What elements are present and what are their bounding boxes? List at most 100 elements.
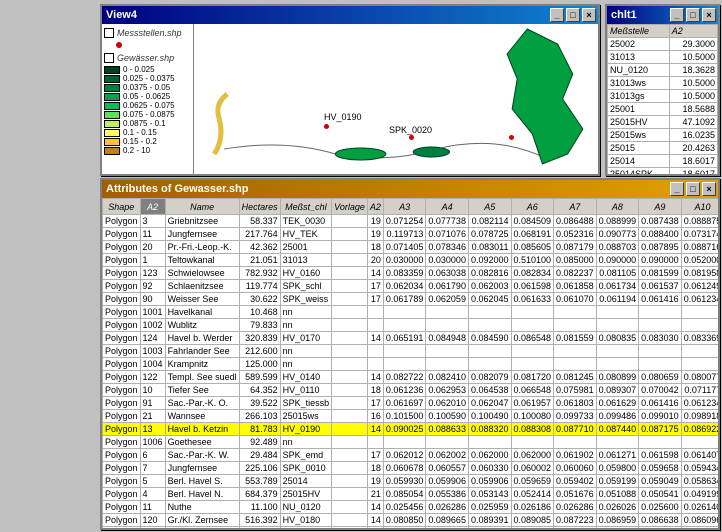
minimize-button[interactable]: _ [550, 8, 564, 22]
table-row[interactable]: Polygon122Templ. See suedl589.599HV_0140… [103, 371, 719, 384]
table-row[interactable]: Polygon10Tiefer See64.352HV_0110180.0612… [103, 384, 719, 397]
column-header[interactable]: A5 [468, 199, 511, 215]
table-row[interactable]: Polygon1002Wublitz79.833nn [103, 319, 719, 332]
column-header[interactable]: Hectares [239, 199, 280, 215]
table-row[interactable]: Polygon125Havel b. Potsd.109.233HV_01201… [103, 527, 719, 529]
table-row[interactable]: Polygon6Sac.-Par.-K. W.29.484SPK_emd170.… [103, 449, 719, 462]
table-row[interactable]: 2501418.6017 [608, 155, 718, 168]
ramp-swatch [104, 138, 120, 146]
table-row[interactable]: NU_012018.3628 [608, 64, 718, 77]
close-button[interactable]: × [702, 182, 716, 196]
ramp-label: 0.0375 - 0.05 [123, 83, 170, 92]
table-row[interactable]: 31013gs10.5000 [608, 90, 718, 103]
table-row[interactable]: Polygon3Griebnitzsee58.337TEK_0030190.07… [103, 215, 719, 228]
table-row[interactable]: Polygon124Havel b. Werder320.839HV_01701… [103, 332, 719, 345]
table-row[interactable]: 2500229.3000 [608, 38, 718, 51]
table-row[interactable]: Polygon1004Krampnitz125.000nn [103, 358, 719, 371]
table-row[interactable]: 3101310.5000 [608, 51, 718, 64]
table-row[interactable]: Polygon1Teltowkanal21.05131013200.030000… [103, 254, 719, 267]
table-cell [332, 371, 368, 384]
table-cell: 0.030000 [383, 254, 426, 267]
table-row[interactable]: 2500118.5688 [608, 103, 718, 116]
column-header[interactable]: A9 [639, 199, 682, 215]
table-row[interactable]: Polygon20Pr.-Fri.-Leop.-K.42.36225001180… [103, 241, 719, 254]
map-point[interactable] [409, 135, 414, 140]
column-header[interactable]: A2 [367, 199, 383, 215]
layer-points[interactable]: Messstellen.shp [104, 28, 191, 38]
column-header[interactable]: A3 [383, 199, 426, 215]
table-row[interactable]: Polygon4Berl. Havel N.684.37925015HV210.… [103, 488, 719, 501]
table-row[interactable]: Polygon1001Havelkanal10.468nn [103, 306, 719, 319]
table-row[interactable]: 25015HV47.1092 [608, 116, 718, 129]
table-cell [332, 293, 368, 306]
table-cell [554, 306, 597, 319]
map-point[interactable] [509, 135, 514, 140]
map-canvas[interactable]: HV_0190SPK_00202501225009 [194, 24, 598, 174]
column-header[interactable]: A2 [669, 25, 717, 38]
table-row[interactable]: Polygon123Schwielowsee782.932HV_0160140.… [103, 267, 719, 280]
table-cell: 0.090004 [426, 527, 469, 529]
layer-polys[interactable]: Gewässer.shp [104, 53, 191, 63]
table-row[interactable]: Polygon5Berl. Havel S.553.78925014190.05… [103, 475, 719, 488]
table-cell [332, 384, 368, 397]
maximize-button[interactable]: □ [686, 8, 700, 22]
column-header[interactable]: A6 [511, 199, 554, 215]
table-cell: 0.025959 [468, 501, 511, 514]
table-row[interactable]: 31013ws10.5000 [608, 77, 718, 90]
table-cell: 0.061633 [511, 293, 554, 306]
table-row[interactable]: 2501520.4263 [608, 142, 718, 155]
attributes-table[interactable]: ShapeA2NameHectaresMeßst_chlVorlageA2A3A… [102, 198, 718, 528]
column-header[interactable]: Meßstelle [608, 25, 670, 38]
chlt1-titlebar[interactable]: chlt1 _ □ × [607, 6, 718, 24]
table-row[interactable]: Polygon91Sac.-Par.-K. O.39.522SPK_tiessb… [103, 397, 719, 410]
column-header[interactable]: A8 [596, 199, 639, 215]
table-cell: 0.061537 [639, 280, 682, 293]
map-point[interactable] [324, 124, 329, 129]
attributes-titlebar[interactable]: Attributes of Gewasser.shp _ □ × [102, 180, 718, 198]
column-header[interactable]: A10 [681, 199, 718, 215]
column-header[interactable]: Meßst_chl [280, 199, 332, 215]
table-row[interactable]: Polygon92Schlaenitzsee119.774SPK_schl170… [103, 280, 719, 293]
table-row[interactable]: Polygon7Jungfernsee225.106SPK_0010180.06… [103, 462, 719, 475]
table-cell: 17 [367, 293, 383, 306]
table-cell: Polygon [103, 384, 141, 397]
table-cell: 0.080899 [596, 371, 639, 384]
table-cell: 5 [140, 475, 165, 488]
table-cell: 0.088703 [596, 241, 639, 254]
table-cell [681, 306, 718, 319]
close-button[interactable]: × [702, 8, 716, 22]
minimize-button[interactable]: _ [670, 8, 684, 22]
column-header[interactable]: A2 [140, 199, 165, 215]
column-header[interactable]: A4 [426, 199, 469, 215]
chlt1-table[interactable]: MeßstelleA22500229.30003101310.5000NU_01… [607, 24, 718, 174]
maximize-button[interactable]: □ [566, 8, 580, 22]
table-cell [367, 358, 383, 371]
column-header[interactable]: Name [165, 199, 239, 215]
column-header[interactable]: Shape [103, 199, 141, 215]
column-header[interactable]: Vorlage [332, 199, 368, 215]
table-cell [596, 358, 639, 371]
table-row[interactable]: Polygon120Gr./Kl. Zernsee516.392HV_01801… [103, 514, 719, 527]
table-cell: 0.086959 [596, 514, 639, 527]
table-cell: 0.052316 [554, 228, 597, 241]
table-cell: Fahrlander See [165, 345, 239, 358]
table-row[interactable]: Polygon1003Fahrlander See212.600nn [103, 345, 719, 358]
maximize-button[interactable]: □ [686, 182, 700, 196]
table-row[interactable]: Polygon90Weisser See30.622SPK_weiss170.0… [103, 293, 719, 306]
close-button[interactable]: × [582, 8, 596, 22]
table-row[interactable]: 25015ws16.0235 [608, 129, 718, 142]
table-row[interactable]: Polygon21Wannsee266.10325015ws160.101500… [103, 410, 719, 423]
table-row[interactable]: 25014SPK18.6017 [608, 168, 718, 175]
view4-titlebar[interactable]: View4 _ □ × [102, 6, 598, 24]
table-row[interactable]: Polygon13Havel b. Ketzin81.783HV_0190140… [103, 423, 719, 436]
minimize-button[interactable]: _ [670, 182, 684, 196]
table-row[interactable]: Polygon11Nuthe11.100NU_0120140.0254560.0… [103, 501, 719, 514]
table-row[interactable]: Polygon11Jungfernsee217.764HV_TEK190.119… [103, 228, 719, 241]
checkbox-icon[interactable] [104, 53, 114, 63]
table-cell: 11 [140, 501, 165, 514]
column-header[interactable]: A7 [554, 199, 597, 215]
table-cell [332, 488, 368, 501]
checkbox-icon[interactable] [104, 28, 114, 38]
table-row[interactable]: Polygon1006Goethesee92.489nn [103, 436, 719, 449]
table-cell: 125.000 [239, 358, 280, 371]
